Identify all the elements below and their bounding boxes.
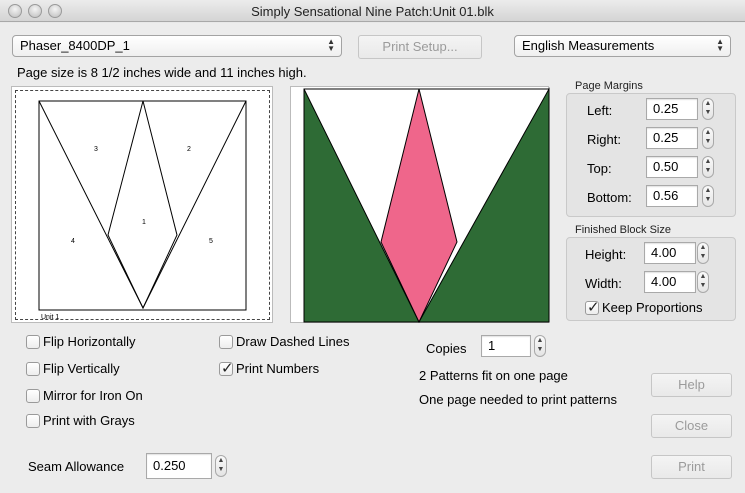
section-number: 2 <box>187 146 191 153</box>
seam-allowance-stepper[interactable]: ▲ ▼ <box>215 455 227 477</box>
print-grays-label: Print with Grays <box>43 413 135 428</box>
flip-horizontally-checkbox[interactable] <box>26 335 40 349</box>
print-numbers-checkbox[interactable] <box>219 359 234 377</box>
print-grays-checkbox[interactable] <box>26 414 40 428</box>
top-margin-field[interactable]: 0.50 <box>646 156 698 178</box>
popup-arrows-icon: ▲ ▼ <box>327 37 335 53</box>
height-label: Height: <box>585 247 627 262</box>
mirror-iron-on-checkbox[interactable] <box>26 389 40 403</box>
flip-horizontally-label: Flip Horizontally <box>43 334 136 349</box>
left-margin-field[interactable]: 0.25 <box>646 98 698 120</box>
height-stepper[interactable]: ▲ ▼ <box>697 242 709 264</box>
top-margin-label: Top: <box>587 161 612 176</box>
draw-dashed-lines-label: Draw Dashed Lines <box>236 334 350 349</box>
unit-label: Unit 1 <box>41 314 59 321</box>
bottom-margin-stepper[interactable]: ▲ ▼ <box>702 185 714 207</box>
pattern-outline-drawing: 1 2 3 4 5 Unit 1 <box>38 100 247 321</box>
section-number: 3 <box>94 146 98 153</box>
patterns-fit-text: 2 Patterns fit on one page <box>419 368 568 383</box>
top-margin-stepper[interactable]: ▲ ▼ <box>702 156 714 178</box>
flip-vertically-checkbox[interactable] <box>26 362 40 376</box>
help-button[interactable]: Help <box>651 373 732 397</box>
section-number: 1 <box>142 219 146 226</box>
width-field[interactable]: 4.00 <box>644 271 696 293</box>
outer-v-lines <box>38 100 247 310</box>
block-outline <box>38 100 247 311</box>
page-size-text: Page size is 8 1/2 inches wide and 11 in… <box>17 65 307 80</box>
copies-field[interactable]: 1 <box>481 335 531 357</box>
copies-stepper[interactable]: ▲ ▼ <box>534 335 546 357</box>
pattern-color-drawing <box>303 87 550 324</box>
pattern-color-preview <box>290 86 550 324</box>
keep-proportions-label: Keep Proportions <box>602 300 703 315</box>
print-setup-button[interactable]: Print Setup... <box>358 35 482 59</box>
seam-allowance-field[interactable]: 0.250 <box>146 453 212 479</box>
finished-block-title: Finished Block Size <box>575 224 671 236</box>
width-label: Width: <box>585 276 622 291</box>
right-margin-stepper[interactable]: ▲ ▼ <box>702 127 714 149</box>
mirror-iron-on-label: Mirror for Iron On <box>43 388 143 403</box>
title-bar: Simply Sensational Nine Patch:Unit 01.bl… <box>0 0 745 22</box>
left-margin-label: Left: <box>587 103 613 118</box>
printer-select-value: Phaser_8400DP_1 <box>20 38 130 53</box>
print-numbers-label: Print Numbers <box>236 361 320 376</box>
keep-proportions-checkbox[interactable] <box>585 298 600 316</box>
page-margins-title: Page Margins <box>575 80 643 92</box>
measurements-select-value: English Measurements <box>522 38 655 53</box>
window-title: Simply Sensational Nine Patch:Unit 01.bl… <box>251 4 494 19</box>
measurements-select[interactable]: English Measurements ▲ ▼ <box>514 35 731 57</box>
bottom-margin-label: Bottom: <box>587 190 632 205</box>
section-number: 5 <box>209 238 213 245</box>
page-margins-group: Left: 0.25 ▲ ▼ Right: 0.25 ▲ ▼ Top: 0.50 ▲… <box>566 93 736 217</box>
finished-block-group: Height: 4.00 ▲▼ Width: 4.00 ▲▼ Keep Prop… <box>566 237 736 321</box>
section-number: 4 <box>71 238 75 245</box>
seam-allowance-label: Seam Allowance <box>28 459 125 474</box>
left-margin-stepper[interactable]: ▲ ▼ <box>702 98 714 120</box>
right-margin-field[interactable]: 0.25 <box>646 127 698 149</box>
height-field[interactable]: 4.00 <box>644 242 696 264</box>
draw-dashed-lines-checkbox[interactable] <box>219 335 233 349</box>
center-diamond <box>107 100 178 310</box>
bottom-margin-field[interactable]: 0.56 <box>646 185 698 207</box>
dialog-content: Phaser_8400DP_1 ▲ ▼ Print Setup... Englis… <box>0 23 745 493</box>
pattern-outline-preview: 1 2 3 4 5 Unit 1 <box>11 86 273 323</box>
width-stepper[interactable]: ▲ ▼ <box>697 271 709 293</box>
popup-arrows-icon: ▲ ▼ <box>716 37 724 53</box>
print-button[interactable]: Print <box>651 455 732 479</box>
close-button[interactable]: Close <box>651 414 732 438</box>
pages-needed-text: One page needed to print patterns <box>419 392 618 407</box>
flip-vertically-label: Flip Vertically <box>43 361 120 376</box>
copies-label: Copies <box>426 341 467 356</box>
printer-select[interactable]: Phaser_8400DP_1 ▲ ▼ <box>12 35 342 57</box>
right-margin-label: Right: <box>587 132 621 147</box>
